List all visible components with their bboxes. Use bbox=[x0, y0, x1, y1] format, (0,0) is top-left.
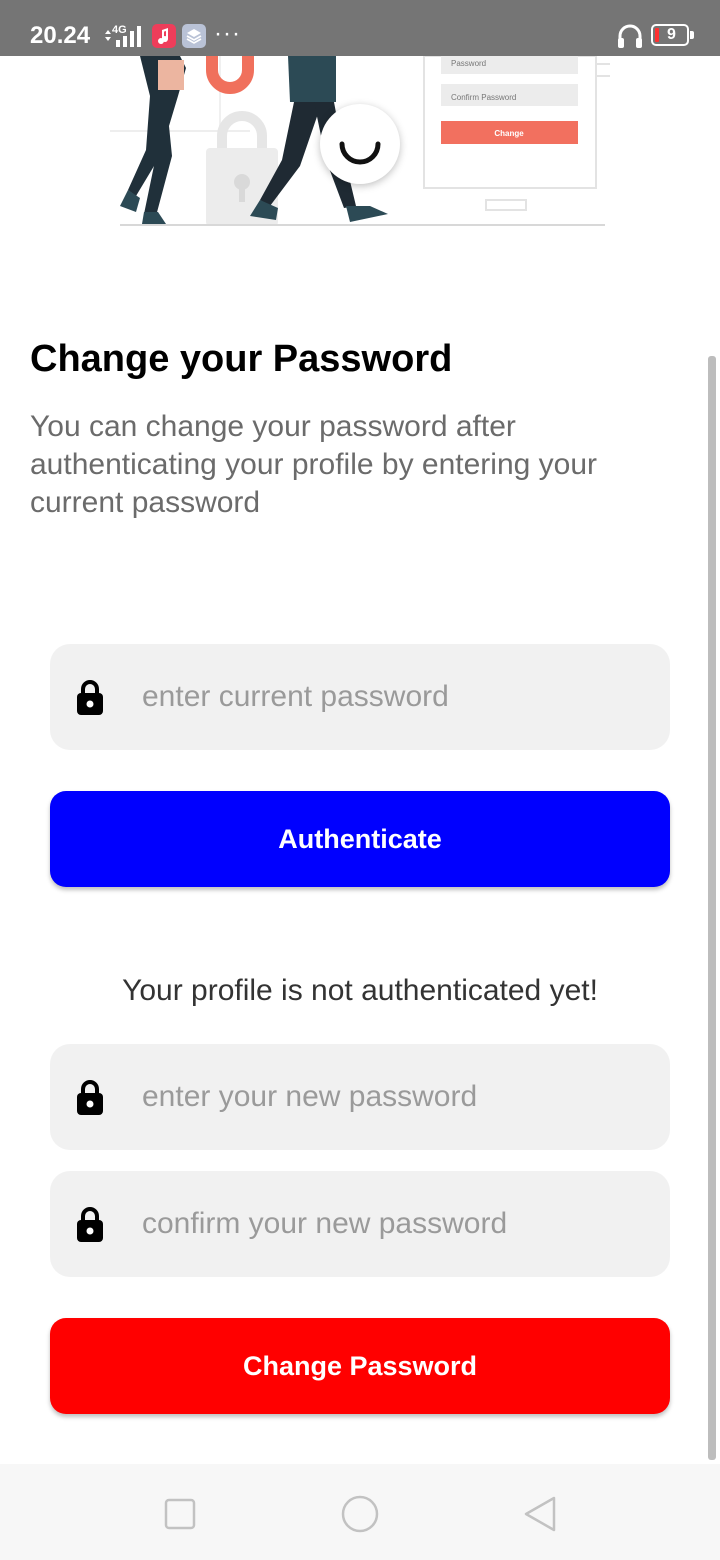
loading-spinner bbox=[320, 104, 400, 184]
illustration-confirm-label: Confirm Password bbox=[451, 93, 516, 102]
recent-apps-button[interactable] bbox=[160, 1494, 200, 1534]
circle-icon bbox=[341, 1495, 379, 1533]
status-time: 20.24 bbox=[30, 22, 91, 49]
lock-icon bbox=[77, 1207, 103, 1242]
music-app-icon bbox=[152, 24, 176, 48]
home-button[interactable] bbox=[340, 1494, 380, 1534]
spinner-arc-icon bbox=[339, 141, 381, 165]
illustration-change-button: Change bbox=[494, 129, 524, 138]
signal-icon bbox=[105, 26, 141, 47]
current-password-input[interactable] bbox=[142, 644, 652, 750]
change-password-button[interactable]: Change Password bbox=[50, 1318, 670, 1414]
page-description: You can change your password after authe… bbox=[30, 410, 598, 519]
layers-app-icon bbox=[182, 24, 206, 48]
illustration-password-label: Password bbox=[451, 59, 486, 68]
square-icon bbox=[164, 1498, 196, 1530]
page-title: Change your Password bbox=[30, 338, 453, 380]
authenticate-button[interactable]: Authenticate bbox=[50, 791, 670, 887]
lock-icon bbox=[77, 1080, 103, 1115]
back-button[interactable] bbox=[520, 1494, 560, 1534]
current-password-field[interactable] bbox=[50, 644, 670, 750]
lock-icon bbox=[77, 680, 103, 715]
confirm-password-field[interactable] bbox=[50, 1171, 670, 1277]
status-bar: 20.24 4G ··· 9 bbox=[0, 0, 720, 56]
auth-status-message: Your profile is not authenticated yet! bbox=[122, 974, 598, 1007]
system-nav-bar bbox=[0, 1464, 720, 1560]
triangle-back-icon bbox=[524, 1496, 556, 1532]
battery-icon: 9 bbox=[651, 24, 689, 46]
scrollbar[interactable] bbox=[708, 356, 716, 1460]
new-password-input[interactable] bbox=[142, 1044, 652, 1150]
confirm-password-input[interactable] bbox=[142, 1171, 652, 1277]
headset-icon bbox=[618, 24, 642, 48]
battery-level: 9 bbox=[667, 26, 676, 43]
new-password-field[interactable] bbox=[50, 1044, 670, 1150]
more-notifications-icon: ··· bbox=[214, 20, 241, 47]
